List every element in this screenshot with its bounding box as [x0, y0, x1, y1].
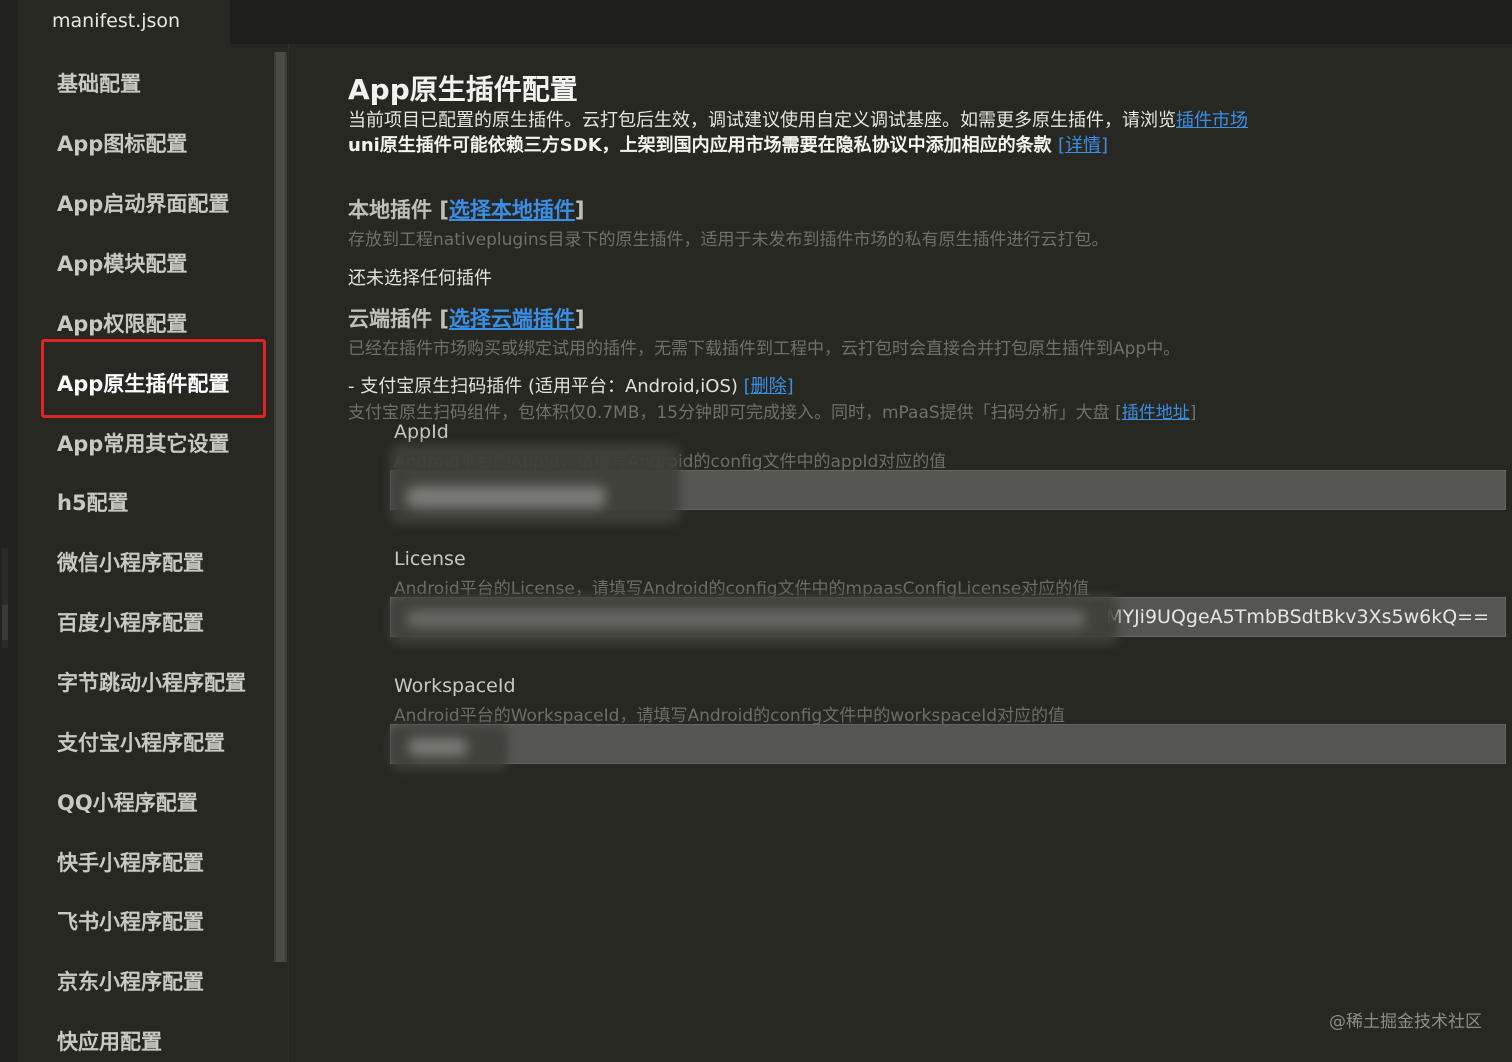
cloud-plugins-title: 云端插件 [348, 307, 432, 331]
sidebar-scrollbar-thumb[interactable] [276, 52, 285, 962]
sidebar-item-baidu[interactable]: 百度小程序配置 [57, 607, 204, 637]
tab-manifest-json[interactable]: manifest.json [18, 0, 230, 44]
plugin-description-text: 支付宝原生扫码组件，包体积仅0.7MB，15分钟即可完成接入。同时，mPaaS提… [348, 403, 1122, 423]
sidebar-item-alipay[interactable]: 支付宝小程序配置 [57, 727, 225, 757]
local-plugins-description: 存放到工程nativeplugins目录下的原生插件，适用于未发布到插件市场的私… [348, 230, 1109, 250]
cloud-plugins-heading: 云端插件 [选择云端插件] [348, 303, 585, 333]
plugin-entry: - 支付宝原生扫码插件 (适用平台：Android,iOS) [删除] [348, 372, 794, 398]
description-text: 当前项目已配置的原生插件。云打包后生效，调试建议使用自定义调试基座。如需更多原生… [348, 110, 1176, 131]
bracket-close: ] [574, 307, 585, 331]
bracket-close: ] [574, 198, 585, 222]
workspaceid-input[interactable] [390, 724, 1506, 764]
redaction-blur [406, 486, 606, 508]
sidebar-item-app-splash[interactable]: App启动界面配置 [57, 188, 229, 218]
sidebar-item-h5[interactable]: h5配置 [57, 487, 129, 517]
delete-plugin-link[interactable]: [删除] [744, 376, 794, 397]
no-plugin-selected-text: 还未选择任何插件 [348, 268, 492, 289]
workspaceid-hint: Android平台的WorkspaceId，请填写Android的config文… [394, 706, 1066, 726]
redaction-blur [390, 444, 680, 524]
sidebar-item-quickapp[interactable]: 快应用配置 [57, 1026, 162, 1056]
select-cloud-plugin-link[interactable]: 选择云端插件 [449, 307, 575, 331]
select-local-plugin-link[interactable]: 选择本地插件 [449, 198, 575, 222]
active-item-highlight [41, 339, 266, 418]
page-title: App原生插件配置 [348, 73, 578, 106]
activity-bar [0, 0, 19, 1062]
sidebar-item-weixin[interactable]: 微信小程序配置 [57, 547, 204, 577]
privacy-notice-text: uni原生插件可能依赖三方SDK，上架到国内应用市场需要在隐私协议中添加相应的条… [348, 135, 1052, 156]
license-label: License [394, 548, 466, 570]
sidebar-item-lark[interactable]: 飞书小程序配置 [57, 906, 204, 936]
local-plugins-heading: 本地插件 [选择本地插件] [348, 194, 585, 224]
cloud-plugins-description: 已经在插件市场购买或绑定试用的插件，无需下载插件到工程中，云打包时会直接合并打包… [348, 339, 1181, 359]
plugin-name: - 支付宝原生扫码插件 (适用平台：Android,iOS) [348, 376, 744, 397]
plugin-market-link[interactable]: 插件市场 [1176, 110, 1248, 131]
redaction-blur [406, 610, 1086, 628]
details-link[interactable]: [详情] [1058, 135, 1108, 156]
sidebar-item-toutiao[interactable]: 字节跳动小程序配置 [57, 667, 246, 697]
license-value: MYJi9UQgeA5TmbBSdtBkv3Xs5w6kQ== [1106, 606, 1489, 628]
watermark: @稀土掘金技术社区 [1329, 1012, 1482, 1032]
sidebar-item-app-modules[interactable]: App模块配置 [57, 248, 187, 278]
sidebar-item-jd[interactable]: 京东小程序配置 [57, 966, 204, 996]
activity-bar-indicator [2, 605, 8, 640]
sidebar-item-basic[interactable]: 基础配置 [57, 68, 141, 98]
plugin-address-link[interactable]: 插件地址 [1122, 403, 1190, 423]
appid-label: AppId [394, 421, 449, 443]
workspaceid-label: WorkspaceId [394, 675, 516, 697]
bracket-open: [ [439, 307, 449, 331]
page-description: 当前项目已配置的原生插件。云打包后生效，调试建议使用自定义调试基座。如需更多原生… [348, 106, 1248, 132]
redaction-blur [408, 738, 468, 756]
tab-label: manifest.json [52, 10, 181, 32]
plugin-description-end: ] [1189, 403, 1197, 423]
sidebar-item-qq[interactable]: QQ小程序配置 [57, 787, 198, 817]
local-plugins-title: 本地插件 [348, 198, 432, 222]
sidebar-item-app-icon[interactable]: App图标配置 [57, 128, 187, 158]
tab-bar [18, 0, 1512, 44]
sidebar-item-app-permissions[interactable]: App权限配置 [57, 308, 187, 338]
privacy-notice: uni原生插件可能依赖三方SDK，上架到国内应用市场需要在隐私协议中添加相应的条… [348, 131, 1108, 157]
plugin-description: 支付宝原生扫码组件，包体积仅0.7MB，15分钟即可完成接入。同时，mPaaS提… [348, 398, 1196, 423]
sidebar-item-kuaishou[interactable]: 快手小程序配置 [57, 847, 204, 877]
bracket-open: [ [439, 198, 449, 222]
sidebar-item-app-other[interactable]: App常用其它设置 [57, 428, 229, 458]
